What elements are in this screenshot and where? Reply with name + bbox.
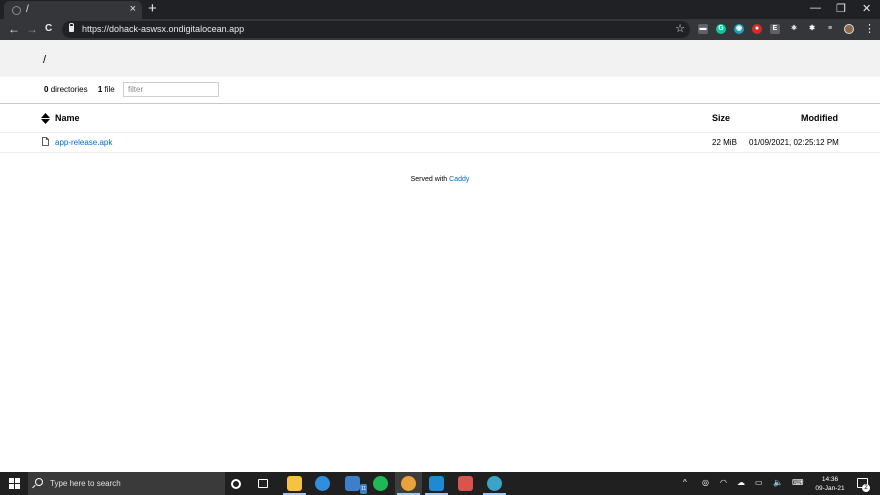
grammarly-icon[interactable]: G [716, 24, 726, 34]
file-modified: 01/09/2021, 02:25:12 PM [749, 138, 839, 147]
reload-icon[interactable]: C [45, 22, 52, 36]
wallet-icon[interactable]: ▬ [698, 24, 708, 34]
files-count: 1 [97, 85, 103, 94]
spotify-icon[interactable] [373, 476, 388, 491]
listing-summary: 0 directories 1 file [44, 85, 115, 94]
column-header-size[interactable]: Size [712, 113, 730, 123]
column-header-modified[interactable]: Modified [801, 113, 838, 123]
battery-icon[interactable]: ▭ [755, 478, 763, 488]
sort-icon[interactable] [41, 113, 50, 124]
chrome-icon[interactable] [401, 476, 416, 491]
restore-icon[interactable]: ❐ [836, 2, 846, 15]
url-text[interactable]: https://dohack-aswsx.ondigitalocean.app [82, 24, 244, 34]
browser-tab[interactable]: / × [4, 1, 142, 19]
file-link[interactable]: app-release.apk [55, 138, 112, 147]
task-view-icon[interactable] [258, 479, 268, 488]
search-placeholder: Type here to search [50, 479, 121, 488]
file-size: 22 MiB [712, 138, 737, 147]
new-tab-button[interactable]: + [148, 1, 157, 17]
browser-tab-strip: / × + — ❐ ✕ [0, 0, 880, 19]
search-icon [35, 478, 43, 486]
mail-badge: 11 [360, 484, 368, 494]
notification-badge: 2 [862, 484, 870, 492]
tab-close-icon[interactable]: × [130, 3, 136, 15]
lastpass-icon[interactable]: ● [752, 24, 762, 34]
evernote-icon[interactable]: E [770, 24, 780, 34]
vscode-icon[interactable] [429, 476, 444, 491]
snipping-tool-icon[interactable] [458, 476, 473, 491]
speaker-icon[interactable]: 🔈 [773, 478, 783, 488]
cortana-icon[interactable] [231, 479, 241, 489]
grepper-icon[interactable]: ◉ [734, 24, 744, 34]
row-divider [0, 132, 880, 133]
globe-icon [12, 6, 21, 15]
directories-count: 0 [44, 85, 49, 94]
windows-taskbar: Type here to search 11 ^ ◎ ◠ ☁ ▭ 🔈 ⌨ 14:… [0, 472, 880, 495]
react-devtools-icon[interactable]: ⚛ [789, 24, 799, 34]
files-label: file [104, 85, 115, 94]
taskbar-clock[interactable]: 14:36 09-Jan-21 [806, 475, 854, 493]
page-footer: Served with Caddy [0, 176, 880, 183]
page-header: / [0, 40, 880, 77]
lock-icon[interactable] [69, 23, 74, 32]
column-header-name[interactable]: Name [55, 113, 80, 123]
playlist-icon[interactable]: ≡ [825, 24, 835, 34]
page-content: / 0 directories 1 file Name Size Modifie… [0, 40, 880, 472]
clock-date: 09-Jan-21 [815, 485, 845, 492]
forward-icon[interactable]: → [26, 22, 38, 36]
directories-label: directories [50, 85, 88, 94]
filter-input[interactable] [123, 82, 219, 97]
address-bar[interactable]: https://dohack-aswsx.ondigitalocean.app … [62, 21, 690, 38]
back-icon[interactable]: ← [8, 22, 20, 36]
minimize-icon[interactable]: — [810, 2, 821, 14]
edge-icon[interactable] [315, 476, 330, 491]
clock-time: 14:36 [821, 476, 839, 483]
close-window-icon[interactable]: ✕ [862, 2, 871, 15]
page-title: / [43, 54, 47, 66]
wifi-icon[interactable]: ◠ [720, 478, 727, 488]
keyboard-icon[interactable]: ⌨ [792, 478, 804, 488]
divider [0, 103, 880, 104]
file-icon [42, 137, 49, 146]
screen: / × + — ❐ ✕ ← → C https://dohack-aswsx.o… [0, 0, 880, 495]
profile-avatar[interactable] [844, 24, 854, 34]
chrome-menu-icon[interactable]: ⋮ [864, 22, 875, 36]
row-divider [0, 152, 880, 153]
file-explorer-icon[interactable] [287, 476, 302, 491]
tray-app-icon[interactable]: ◎ [702, 478, 709, 488]
footer-text: Served with [410, 176, 448, 183]
mail-icon[interactable] [345, 476, 360, 491]
puzzle-icon[interactable]: ✱ [807, 24, 817, 34]
caddy-link[interactable]: Caddy [449, 176, 469, 183]
windows-start-icon[interactable] [9, 478, 20, 489]
bookmark-star-icon[interactable]: ☆ [675, 22, 685, 35]
browser-toolbar: ← → C https://dohack-aswsx.ondigitalocea… [0, 19, 880, 40]
tab-title: / [26, 4, 29, 15]
onedrive-icon[interactable]: ☁ [737, 478, 745, 488]
app-icon[interactable] [487, 476, 502, 491]
tray-chevron-icon[interactable]: ^ [683, 478, 687, 488]
taskbar-search[interactable]: Type here to search [28, 472, 225, 495]
